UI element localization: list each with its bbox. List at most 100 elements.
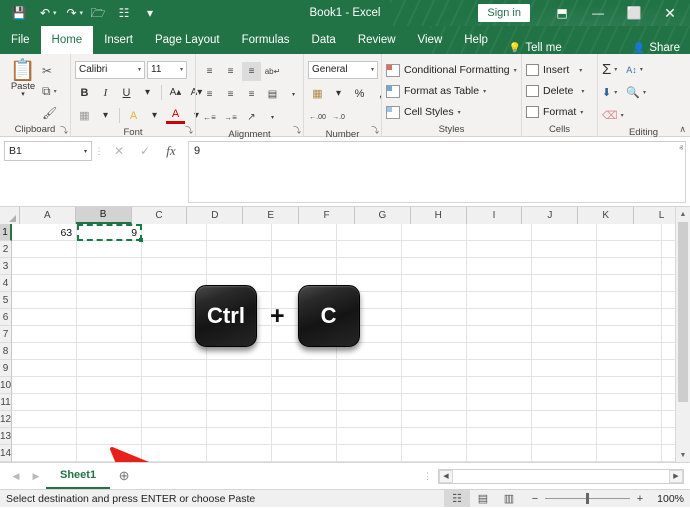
- sort-filter-caret-icon[interactable]: ▾: [640, 66, 643, 73]
- hscroll-left-icon[interactable]: ◀: [439, 469, 453, 483]
- cell-C3[interactable]: [142, 258, 208, 275]
- cell-G13[interactable]: [402, 428, 468, 445]
- cell-J10[interactable]: [597, 377, 663, 394]
- cell-A14[interactable]: [12, 445, 78, 462]
- cell-I1[interactable]: [532, 224, 598, 241]
- cell-E14[interactable]: [272, 445, 338, 462]
- column-header-E[interactable]: E: [243, 207, 300, 224]
- cell-D12[interactable]: [207, 411, 273, 428]
- open-icon[interactable]: 🗁: [85, 2, 111, 24]
- sign-in-button[interactable]: Sign in: [478, 4, 530, 22]
- orientation-button[interactable]: ↗: [242, 108, 261, 127]
- cell-I9[interactable]: [532, 360, 598, 377]
- borders-caret-icon[interactable]: ▾: [96, 106, 115, 125]
- font-color-button[interactable]: A: [166, 108, 185, 124]
- tab-formulas[interactable]: Formulas: [231, 26, 301, 54]
- accounting-format-button[interactable]: ▦: [308, 84, 327, 103]
- format-cells-button[interactable]: Format ▾: [526, 102, 583, 122]
- cell-D14[interactable]: [207, 445, 273, 462]
- zoom-thumb[interactable]: [586, 493, 589, 504]
- wrap-text-button[interactable]: ab↵: [263, 62, 282, 81]
- format-as-table-button[interactable]: Format as Table ▾: [386, 81, 486, 101]
- cell-B1[interactable]: 9: [77, 224, 143, 241]
- maximize-icon[interactable]: ⬜: [616, 0, 652, 26]
- copy-button[interactable]: ⧉ ▾: [42, 82, 57, 101]
- vertical-scrollbar[interactable]: ▲ ▼: [675, 207, 690, 462]
- cell-F9[interactable]: [337, 360, 403, 377]
- scroll-up-icon[interactable]: ▲: [676, 207, 690, 221]
- cell-E3[interactable]: [272, 258, 338, 275]
- zoom-level-label[interactable]: 100%: [650, 493, 684, 505]
- ribbon-display-options-icon[interactable]: ⬒: [544, 0, 580, 26]
- cell-I8[interactable]: [532, 343, 598, 360]
- fill-color-button[interactable]: A: [124, 106, 143, 125]
- cell-C2[interactable]: [142, 241, 208, 258]
- conditional-formatting-button[interactable]: Conditional Formatting ▾: [386, 60, 517, 80]
- cell-C12[interactable]: [142, 411, 208, 428]
- cell-G3[interactable]: [402, 258, 468, 275]
- cell-J13[interactable]: [597, 428, 663, 445]
- cell-H7[interactable]: [467, 326, 533, 343]
- hscroll-right-icon[interactable]: ▶: [669, 469, 683, 483]
- cell-H9[interactable]: [467, 360, 533, 377]
- cell-I4[interactable]: [532, 275, 598, 292]
- cell-I7[interactable]: [532, 326, 598, 343]
- cell-J11[interactable]: [597, 394, 663, 411]
- increase-indent-button[interactable]: →≡: [221, 108, 240, 127]
- cell-C11[interactable]: [142, 394, 208, 411]
- column-header-C[interactable]: C: [131, 207, 188, 224]
- font-dialog-launcher-icon[interactable]: ⤵: [185, 125, 193, 136]
- zoom-slider[interactable]: − + 100%: [530, 493, 684, 505]
- cell-G11[interactable]: [402, 394, 468, 411]
- cell-I14[interactable]: [532, 445, 598, 462]
- insert-cells-button[interactable]: Insert ▾: [526, 60, 582, 80]
- cell-E1[interactable]: [272, 224, 338, 241]
- cell-B8[interactable]: [77, 343, 143, 360]
- cell-A5[interactable]: [12, 292, 78, 309]
- previous-sheet-icon[interactable]: ◀: [6, 464, 26, 488]
- cell-F3[interactable]: [337, 258, 403, 275]
- row-header-11[interactable]: 11: [0, 394, 13, 411]
- sheet-tab-sheet1[interactable]: Sheet1: [46, 463, 111, 489]
- cell-F13[interactable]: [337, 428, 403, 445]
- cell-D3[interactable]: [207, 258, 273, 275]
- column-header-K[interactable]: K: [578, 207, 635, 224]
- cell-I5[interactable]: [532, 292, 598, 309]
- cell-H5[interactable]: [467, 292, 533, 309]
- fill-color-caret-icon[interactable]: ▾: [145, 106, 164, 125]
- cell-F2[interactable]: [337, 241, 403, 258]
- cell-G8[interactable]: [402, 343, 468, 360]
- cell-F12[interactable]: [337, 411, 403, 428]
- cell-F14[interactable]: [337, 445, 403, 462]
- column-header-D[interactable]: D: [187, 207, 244, 224]
- row-header-10[interactable]: 10: [0, 377, 13, 394]
- add-sheet-icon[interactable]: ⊕: [110, 464, 138, 488]
- name-box[interactable]: B1 ▾: [4, 141, 92, 161]
- cell-J7[interactable]: [597, 326, 663, 343]
- cell-G10[interactable]: [402, 377, 468, 394]
- cell-E13[interactable]: [272, 428, 338, 445]
- cell-H4[interactable]: [467, 275, 533, 292]
- cell-D1[interactable]: [207, 224, 273, 241]
- row-header-6[interactable]: 6: [0, 309, 13, 326]
- bold-button[interactable]: B: [75, 83, 94, 102]
- row-header-4[interactable]: 4: [0, 275, 13, 292]
- cell-G1[interactable]: [402, 224, 468, 241]
- cell-C1[interactable]: [142, 224, 208, 241]
- cell-A1[interactable]: 63: [12, 224, 78, 241]
- increase-decimal-button[interactable]: ←.00: [308, 108, 327, 127]
- orientation-caret-icon[interactable]: ▾: [263, 108, 282, 127]
- cell-E10[interactable]: [272, 377, 338, 394]
- hscroll-track[interactable]: [453, 469, 669, 483]
- cell-J6[interactable]: [597, 309, 663, 326]
- merge-center-button[interactable]: ▤: [263, 85, 282, 104]
- row-header-3[interactable]: 3: [0, 258, 13, 275]
- cell-C9[interactable]: [142, 360, 208, 377]
- cell-A13[interactable]: [12, 428, 78, 445]
- enter-icon[interactable]: ✓: [132, 141, 158, 161]
- cell-A4[interactable]: [12, 275, 78, 292]
- align-top-button[interactable]: ≡: [200, 62, 219, 81]
- font-name-combo[interactable]: Calibri ▾: [75, 60, 145, 79]
- undo-dropdown-icon[interactable]: ▾: [53, 9, 57, 17]
- number-dialog-launcher-icon[interactable]: ⤵: [371, 125, 379, 136]
